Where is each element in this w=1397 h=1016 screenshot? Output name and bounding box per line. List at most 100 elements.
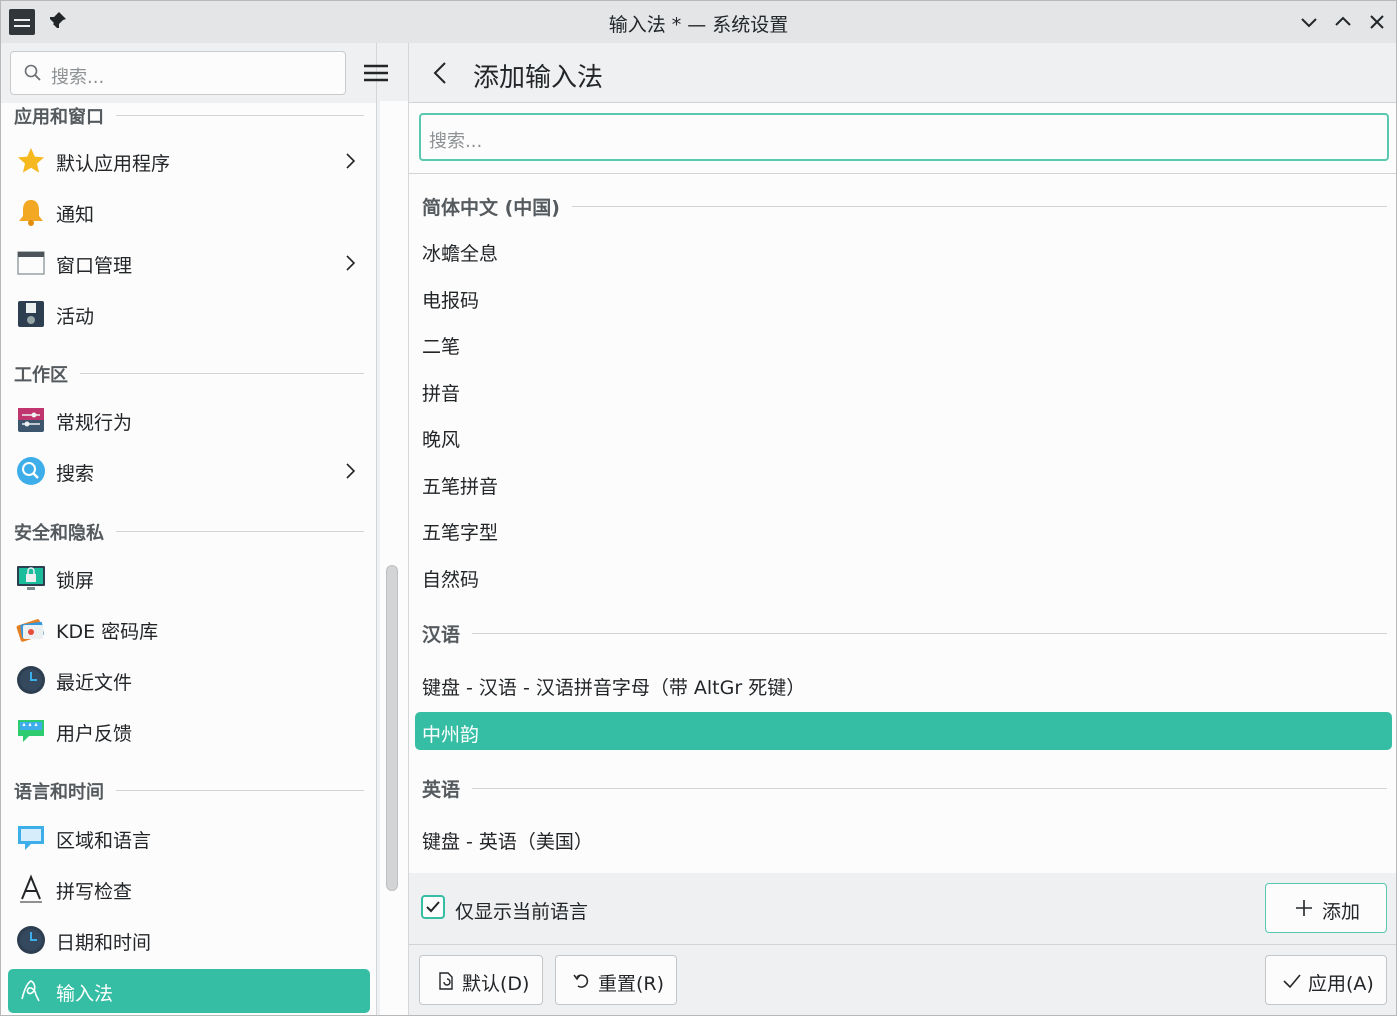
sidebar-category-list: 应用和窗口 默认应用程序 通知 窗口管理 活动 工作区 常规行为 搜索 安全和隐… xyxy=(1,103,376,1015)
list-item-label: 键盘 - 英语（美国） xyxy=(422,831,593,853)
input-method-list-view: 搜索... 简体中文 (中国) 冰蟾全息 电报码 二笔 拼音 晚风 五笔拼音 五… xyxy=(409,103,1396,873)
list-item[interactable]: 键盘 - 汉语 - 汉语拼音字母（带 AltGr 死键） xyxy=(415,665,1392,703)
section-security-privacy: 安全和隐私 xyxy=(14,519,364,545)
group-label: 英语 xyxy=(422,775,473,802)
sidebar-item-general-behavior[interactable]: 常规行为 xyxy=(8,398,370,442)
checkmark-icon xyxy=(1283,974,1301,989)
system-settings-window: 输入法 * — 系统设置 搜索... 应用和窗口 默认应用程序 通知 窗口管理 … xyxy=(0,0,1397,1016)
sidebar-scrollbar[interactable] xyxy=(386,565,398,891)
star-icon xyxy=(18,148,44,173)
sidebar-item-lock-screen[interactable]: 锁屏 xyxy=(8,556,370,600)
show-current-language-checkbox[interactable] xyxy=(421,895,445,919)
input-method-icon xyxy=(21,980,40,1002)
list-item-label: 中州韵 xyxy=(422,724,480,746)
page-header: 添加输入法 xyxy=(409,43,1396,103)
list-item[interactable]: 五笔拼音 xyxy=(415,464,1392,502)
sidebar-item-label: KDE 密码库 xyxy=(56,621,159,643)
sidebar-item-label: 最近文件 xyxy=(56,672,133,694)
section-apps-windows: 应用和窗口 xyxy=(14,103,364,129)
list-item[interactable]: 二笔 xyxy=(415,324,1392,362)
section-workspace: 工作区 xyxy=(14,361,364,387)
reset-button-label: 重置(R) xyxy=(598,973,665,995)
search-icon xyxy=(24,64,41,81)
sidebar-item-label: 搜索 xyxy=(56,463,95,485)
reset-button[interactable]: 重置(R) xyxy=(555,955,677,1005)
clock-icon xyxy=(17,926,45,954)
list-item[interactable]: 自然码 xyxy=(415,557,1392,595)
add-button[interactable]: 添加 xyxy=(1265,883,1387,933)
sidebar-item-label: 通知 xyxy=(56,204,95,226)
sidebar-item-window-management[interactable]: 窗口管理 xyxy=(8,241,370,285)
defaults-button[interactable]: 默认(D) xyxy=(419,955,543,1005)
add-button-label: 添加 xyxy=(1322,901,1361,923)
show-current-language-label[interactable]: 仅显示当前语言 xyxy=(455,897,588,924)
sidebar-item-notifications[interactable]: 通知 xyxy=(8,190,370,234)
list-item[interactable]: 晚风 xyxy=(415,417,1392,455)
sidebar-header: 搜索... xyxy=(1,43,376,103)
window-title: 输入法 * — 系统设置 xyxy=(608,14,789,36)
speech-bubble-icon xyxy=(18,826,44,850)
sidebar-item-label: 锁屏 xyxy=(56,570,95,592)
sidebar: 搜索... 应用和窗口 默认应用程序 通知 窗口管理 活动 工作区 常规行为 搜… xyxy=(1,43,377,1015)
list-item-selected[interactable]: 中州韵 xyxy=(415,712,1392,750)
minimize-icon[interactable] xyxy=(1296,9,1322,35)
feedback-icon xyxy=(18,720,44,742)
maximize-icon[interactable] xyxy=(1330,9,1356,35)
list-item[interactable]: 键盘 - 英语（美国） xyxy=(415,819,1392,857)
footer-bar: 默认(D) 重置(R) 应用(A) xyxy=(409,945,1396,1015)
title-bar[interactable]: 输入法 * — 系统设置 xyxy=(1,1,1396,43)
lock-screen-icon xyxy=(17,566,45,590)
group-label: 简体中文 (中国) xyxy=(422,193,572,220)
sliders-icon xyxy=(18,408,44,432)
document-defaults-icon xyxy=(439,972,453,990)
plus-icon xyxy=(1296,900,1312,916)
list-item-label: 二笔 xyxy=(422,336,461,358)
sidebar-item-recent-files[interactable]: 最近文件 xyxy=(8,658,370,702)
bell-icon xyxy=(19,200,43,226)
sidebar-item-label: 区域和语言 xyxy=(56,830,152,852)
sidebar-item-label: 输入法 xyxy=(56,983,114,1005)
sidebar-item-input-method[interactable]: 输入法 xyxy=(8,969,370,1013)
hamburger-menu-icon[interactable] xyxy=(362,61,390,85)
sidebar-item-region-language[interactable]: 区域和语言 xyxy=(8,816,370,860)
apply-button[interactable]: 应用(A) xyxy=(1265,955,1387,1005)
list-item[interactable]: 冰蟾全息 xyxy=(415,231,1392,269)
undo-icon xyxy=(573,974,589,988)
sidebar-item-search[interactable]: 搜索 xyxy=(8,449,370,493)
sidebar-item-user-feedback[interactable]: 用户反馈 xyxy=(8,709,370,753)
group-header-chinese: 汉语 xyxy=(422,620,1387,647)
group-header-simplified-chinese: 简体中文 (中国) xyxy=(422,193,1387,220)
page-title: 添加输入法 xyxy=(473,63,604,93)
list-item-label: 电报码 xyxy=(422,290,480,312)
list-item-label: 冰蟾全息 xyxy=(422,243,499,265)
apply-button-label: 应用(A) xyxy=(1308,973,1374,995)
close-icon[interactable] xyxy=(1364,9,1390,35)
list-item[interactable]: 电报码 xyxy=(415,278,1392,316)
clock-icon xyxy=(17,666,45,694)
sidebar-item-kde-wallet[interactable]: KDE 密码库 xyxy=(8,607,370,651)
letter-a-icon xyxy=(20,874,42,903)
list-item[interactable]: 拼音 xyxy=(415,371,1392,409)
section-label: 应用和窗口 xyxy=(14,103,116,129)
sidebar-search-input[interactable]: 搜索... xyxy=(10,51,346,95)
group-header-english: 英语 xyxy=(422,775,1387,802)
search-placeholder: 搜索... xyxy=(429,131,483,152)
section-label: 工作区 xyxy=(14,361,80,387)
sidebar-item-default-apps[interactable]: 默认应用程序 xyxy=(8,139,370,183)
sidebar-item-spell-check[interactable]: 拼写检查 xyxy=(8,867,370,911)
back-arrow-icon[interactable] xyxy=(429,60,453,86)
defaults-button-label: 默认(D) xyxy=(462,973,530,995)
section-label: 语言和时间 xyxy=(14,778,116,804)
input-method-search-input[interactable]: 搜索... xyxy=(419,113,1389,161)
checkmark-icon xyxy=(426,901,440,913)
window-icon xyxy=(17,251,45,275)
sidebar-item-date-time[interactable]: 日期和时间 xyxy=(8,918,370,962)
sidebar-item-label: 常规行为 xyxy=(56,412,133,434)
sidebar-item-activities[interactable]: 活动 xyxy=(8,292,370,336)
sidebar-item-label: 活动 xyxy=(56,306,95,328)
sidebar-item-label: 日期和时间 xyxy=(56,932,152,954)
sidebar-item-label: 拼写检查 xyxy=(56,881,133,903)
magnifier-icon xyxy=(17,457,45,485)
filter-bar: 仅显示当前语言 添加 xyxy=(409,873,1396,945)
list-item[interactable]: 五笔字型 xyxy=(415,510,1392,548)
